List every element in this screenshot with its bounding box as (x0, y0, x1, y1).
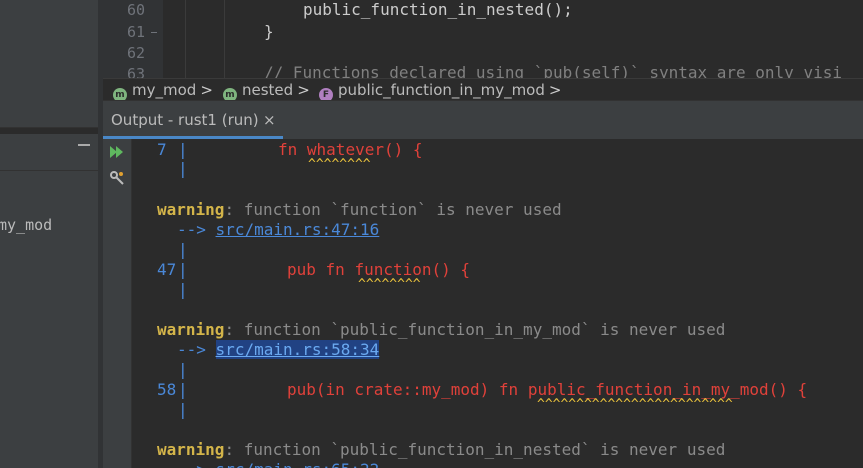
gutter-pipe: | (178, 260, 188, 279)
line-number: 62 (126, 44, 145, 62)
caret-underline: ^^^^^^^^ (308, 157, 371, 172)
code-line-63: // Functions declared using `pub(self)` … (264, 63, 842, 78)
code-keyword: pub(in crate::my_mod) fn (287, 380, 528, 399)
gutter-pipe: | (178, 360, 188, 379)
warning-line: warning: function `public_function_in_ne… (157, 440, 725, 459)
location-line: --> src/main.rs:58:34 (177, 340, 380, 359)
source-location-link[interactable]: src/main.rs:65:22 (216, 460, 380, 468)
gutter-pipe: | (178, 280, 188, 299)
warning-message: : function `public_function_in_my_mod` i… (224, 320, 726, 339)
breadcrumb-label: nested (242, 81, 294, 99)
indent-guide (224, 0, 225, 78)
source-location-link[interactable]: src/main.rs:58:34 (215, 340, 380, 359)
breadcrumb: m my_mod > m nested > Fpublic_function_in_my… (103, 78, 863, 102)
minimize-icon[interactable] (78, 144, 90, 146)
gutter-pipe: | (178, 380, 188, 399)
breadcrumb-label: public_function_in_my_mod (338, 81, 545, 99)
settings-icon[interactable] (109, 170, 125, 186)
rerun-icon[interactable] (109, 144, 125, 160)
warning-label: warning (157, 320, 225, 339)
output-tab-bar: Output - rust1 (run) × (103, 100, 863, 140)
chevron-right-icon: > (548, 81, 562, 99)
line-number: 7 (157, 140, 167, 159)
warning-line: warning: function `public_function_in_my… (157, 320, 725, 339)
arrow: --> (177, 460, 206, 468)
caret-underline: ^^^^^^^^^^^^^^^^^^^^^^^^^ (537, 397, 733, 412)
chevron-right-icon: > (200, 81, 213, 99)
code-rest: () { (431, 260, 471, 279)
warning-message: : function `public_function_in_nested` i… (224, 440, 726, 459)
line-number: 60 (126, 1, 145, 19)
gutter-pipe: | (178, 159, 188, 178)
output-console[interactable]: 7 | fn whatever() { | ^^^^^^^^ warning: … (132, 139, 863, 468)
fold-marker-icon[interactable] (151, 32, 157, 33)
gutter-pipe: | (178, 140, 188, 159)
tab-label: Output - rust1 (run) (111, 111, 259, 129)
code-keyword: pub fn (287, 260, 355, 279)
line-number-gutter: 60 61 62 63 (103, 0, 163, 78)
code-rest: () { (383, 140, 423, 159)
close-icon[interactable]: × (263, 111, 276, 129)
gutter-pipe: | (178, 400, 188, 419)
gutter-pipe: | (178, 240, 188, 259)
warning-label: warning (157, 440, 225, 459)
arrow: --> (177, 340, 206, 359)
location-line: --> src/main.rs:47:16 (177, 220, 379, 239)
code-line-60: public_function_in_nested(); (303, 0, 573, 19)
caret-underline: ^^^^^^^^ (358, 277, 421, 292)
line-number: 63 (126, 65, 145, 78)
project-tree-top-area (0, 0, 98, 128)
location-line: --> src/main.rs:65:22 (177, 460, 379, 468)
structure-panel-body: my_mod (0, 171, 98, 468)
line-number: 58 (157, 380, 177, 399)
structure-panel-header (0, 134, 98, 171)
code-line-61: } (264, 22, 274, 41)
arrow: --> (177, 220, 206, 239)
code-rest: () { (768, 380, 808, 399)
breadcrumb-item-my-mod[interactable]: m my_mod > (113, 81, 213, 102)
breadcrumb-item-public-function-in-my-mod[interactable]: Fpublic_function_in_my_mod > (319, 81, 561, 102)
line-number: 47 (157, 260, 177, 279)
source-location-link[interactable]: src/main.rs:47:16 (216, 220, 380, 239)
warning-message: : function `function` is never used (224, 200, 562, 219)
warning-label: warning (157, 200, 225, 219)
chevron-right-icon: > (297, 81, 310, 99)
structure-item-my-mod[interactable]: my_mod (0, 216, 52, 234)
output-toolbar (103, 139, 132, 468)
warning-line: warning: function `function` is never us… (157, 200, 562, 219)
breadcrumb-label: my_mod (132, 81, 197, 99)
code-editor[interactable]: 60 61 62 63 public_function_in_nested();… (103, 0, 863, 78)
code-keyword: fn (278, 140, 307, 159)
indent-guide (185, 0, 186, 78)
tab-output-rust1-run[interactable]: Output - rust1 (run) × (103, 101, 283, 139)
line-number: 61 (126, 23, 145, 41)
breadcrumb-item-nested[interactable]: m nested > (223, 81, 310, 102)
